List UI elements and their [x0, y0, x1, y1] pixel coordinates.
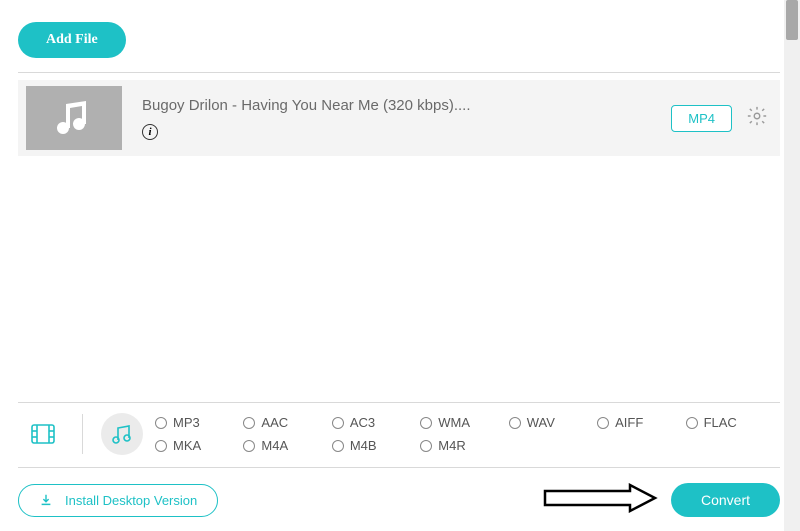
format-option-mka[interactable]: MKA	[155, 438, 239, 453]
install-label: Install Desktop Version	[65, 493, 197, 508]
gear-icon[interactable]	[746, 105, 768, 132]
format-option-m4r[interactable]: M4R	[420, 438, 504, 453]
arrow-annotation	[540, 483, 660, 513]
format-option-aiff[interactable]: AIFF	[597, 415, 681, 430]
file-thumbnail	[26, 86, 122, 150]
download-icon	[39, 493, 53, 507]
divider	[18, 467, 780, 468]
format-option-m4a[interactable]: M4A	[243, 438, 327, 453]
music-note-icon	[52, 96, 96, 140]
divider	[18, 72, 780, 73]
file-row: Bugoy Drilon - Having You Near Me (320 k…	[18, 80, 780, 156]
audio-category-button[interactable]	[101, 413, 143, 455]
info-icon[interactable]: i	[142, 124, 158, 140]
format-option-m4b[interactable]: M4B	[332, 438, 416, 453]
install-desktop-button[interactable]: Install Desktop Version	[18, 484, 218, 517]
convert-button[interactable]: Convert	[671, 483, 780, 517]
format-badge[interactable]: MP4	[671, 105, 732, 132]
add-file-button[interactable]: Add File	[18, 22, 126, 58]
format-option-wav[interactable]: WAV	[509, 415, 593, 430]
divider	[18, 402, 780, 403]
format-grid: MP3 AAC AC3 WMA WAV AIFF FLAC MKA M4A M4…	[155, 415, 780, 453]
film-icon	[29, 420, 57, 448]
scrollbar[interactable]	[784, 0, 800, 531]
format-option-wma[interactable]: WMA	[420, 415, 504, 430]
format-option-aac[interactable]: AAC	[243, 415, 327, 430]
scrollbar-thumb[interactable]	[786, 0, 798, 40]
separator	[82, 414, 83, 454]
format-option-flac[interactable]: FLAC	[686, 415, 770, 430]
music-icon	[110, 422, 134, 446]
video-category-button[interactable]	[22, 413, 64, 455]
format-option-ac3[interactable]: AC3	[332, 415, 416, 430]
format-option-mp3[interactable]: MP3	[155, 415, 239, 430]
file-title: Bugoy Drilon - Having You Near Me (320 k…	[142, 97, 671, 114]
